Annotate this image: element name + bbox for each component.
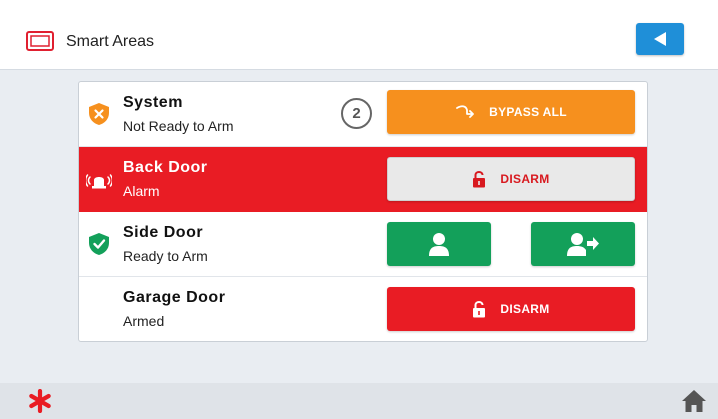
disarm-label: DISARM	[500, 172, 550, 186]
person-icon	[429, 233, 449, 256]
alarm-siren-icon	[86, 174, 112, 189]
arm-away-button[interactable]	[531, 222, 635, 266]
unlock-icon	[473, 301, 486, 318]
bypass-all-button[interactable]: BYPASS ALL	[387, 90, 635, 134]
areas-panel: System Not Ready to Arm 2 BYPASS ALL Bac…	[78, 81, 648, 342]
shield-x-icon	[89, 103, 109, 125]
disarm-button[interactable]: DISARM	[387, 287, 635, 331]
area-row-back-door: Back Door Alarm DISARM	[79, 147, 647, 212]
area-name: Side Door	[123, 224, 204, 241]
unlock-icon	[473, 171, 486, 188]
bypass-all-label: BYPASS ALL	[489, 105, 567, 119]
bypass-arrow-icon	[456, 105, 475, 118]
area-row-system: System Not Ready to Arm 2 BYPASS ALL	[79, 82, 647, 147]
area-row-side-door: Side Door Ready to Arm	[79, 212, 647, 277]
top-bar: Smart Areas	[0, 0, 718, 70]
home-icon[interactable]	[681, 389, 707, 413]
bottom-bar	[0, 383, 718, 419]
shield-check-icon	[89, 233, 109, 255]
area-status: Ready to Arm	[123, 248, 208, 264]
back-button[interactable]	[636, 23, 684, 55]
area-status: Armed	[123, 313, 165, 329]
area-status: Not Ready to Arm	[123, 118, 234, 134]
area-name: System	[123, 94, 183, 111]
disarm-label: DISARM	[500, 302, 550, 316]
area-name: Back Door	[123, 159, 208, 176]
bypass-count-badge: 2	[341, 98, 372, 129]
back-arrow-icon	[654, 32, 666, 46]
person-leave-icon	[567, 233, 599, 256]
page-title: Smart Areas	[66, 33, 155, 50]
emergency-icon[interactable]	[28, 389, 52, 413]
disarm-button[interactable]: DISARM	[387, 157, 635, 201]
smart-areas-icon	[26, 31, 54, 51]
area-status: Alarm	[123, 183, 160, 199]
area-row-garage-door: Garage Door Armed DISARM	[79, 277, 647, 341]
area-name: Garage Door	[123, 289, 226, 306]
arm-stay-button[interactable]	[387, 222, 491, 266]
